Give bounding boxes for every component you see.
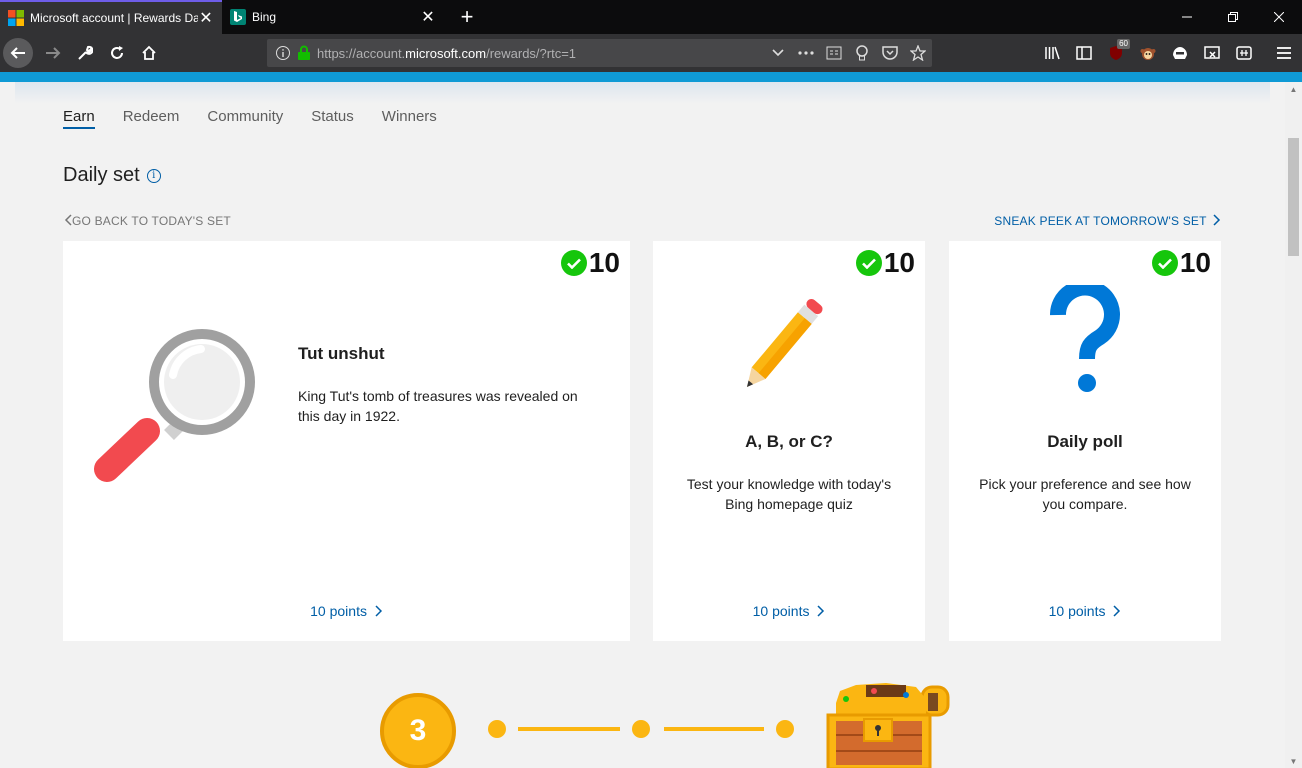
tab-title: Microsoft account | Rewards Da (30, 11, 198, 25)
close-tab-icon[interactable]: ✕ (198, 10, 214, 27)
streak-dot (632, 720, 650, 738)
rewards-page: Earn Redeem Community Status Winners Dai… (0, 82, 1285, 768)
tab-strip: Microsoft account | Rewards Da ✕ Bing ✕ … (0, 0, 1302, 34)
library-icon[interactable] (1036, 34, 1068, 72)
daily-set-card-3[interactable]: 10 Daily poll Pick your preference and s… (949, 241, 1221, 641)
checkmark-icon (1151, 250, 1178, 276)
chevron-left-icon (64, 214, 72, 226)
tab-community[interactable]: Community (207, 108, 283, 129)
back-button[interactable] (3, 38, 33, 68)
streak-bar (664, 727, 764, 731)
card-description: Pick your preference and see how you com… (979, 476, 1191, 512)
card-text: Tut unshut King Tut's tomb of treasures … (298, 344, 588, 426)
navigation-toolbar: https://account.microsoft.com/rewards/?r… (0, 34, 1302, 72)
tab-winners[interactable]: Winners (382, 108, 437, 129)
sneak-peek-link[interactable]: SNEAK PEEK AT TOMORROW'S SET (994, 214, 1221, 228)
page-header-accent-bar (0, 72, 1302, 82)
reload-button[interactable] (101, 37, 133, 69)
page-scrollbar[interactable]: ▲ ▼ (1285, 82, 1302, 768)
daily-set-title: Daily set (63, 164, 140, 186)
chevron-down-icon[interactable] (764, 39, 792, 67)
header-shadow (15, 82, 1270, 104)
page-actions-icon[interactable] (792, 39, 820, 67)
window-controls (1164, 0, 1302, 34)
magnifier-icon (94, 329, 255, 482)
checkmark-icon (855, 250, 882, 276)
checkmark-icon (560, 250, 587, 276)
card-points-link[interactable]: 10 points (653, 603, 925, 619)
ublock-origin-icon[interactable]: 60 (1100, 34, 1132, 72)
streak-count: 3 (380, 693, 456, 768)
close-tab-icon[interactable]: ✕ (420, 9, 436, 26)
points-badge: 10 (560, 247, 620, 279)
daily-set-card-2[interactable]: 10 A, B, or C? Test your knowledge with … (653, 241, 925, 641)
points-badge: 10 (1151, 247, 1211, 279)
chevron-right-icon (1113, 605, 1121, 617)
back-arrow-icon (10, 47, 25, 59)
new-tab-button[interactable]: + (450, 0, 484, 34)
info-icon[interactable]: i (146, 168, 161, 183)
bookmark-star-icon[interactable] (904, 39, 932, 67)
chevron-right-icon (1213, 214, 1221, 226)
sidebar-icon[interactable] (1068, 34, 1100, 72)
tab-earn[interactable]: Earn (63, 108, 95, 129)
lightbulb-icon[interactable] (848, 39, 876, 67)
reader-view-icon[interactable] (820, 39, 848, 67)
card-description: Test your knowledge with today's Bing ho… (686, 476, 892, 512)
lock-icon (298, 45, 310, 60)
forward-button[interactable] (37, 37, 69, 69)
url-bar[interactable]: https://account.microsoft.com/rewards/?r… (267, 39, 932, 67)
container-tabs-icon[interactable] (1228, 34, 1260, 72)
scroll-up-icon[interactable]: ▲ (1285, 82, 1302, 96)
points-badge: 10 (855, 247, 915, 279)
ublock-count-badge: 60 (1117, 39, 1130, 49)
pencil-icon (746, 298, 823, 387)
scroll-down-icon[interactable]: ▼ (1285, 754, 1302, 768)
chevron-right-icon (817, 605, 825, 617)
tab-redeem[interactable]: Redeem (123, 108, 180, 129)
minimize-icon[interactable] (1164, 0, 1210, 34)
close-window-icon[interactable] (1256, 0, 1302, 34)
card-text: A, B, or C? Test your knowledge with tod… (653, 432, 925, 514)
go-back-link[interactable]: GO BACK TO TODAY'S SET (64, 214, 231, 228)
hamburger-menu-icon[interactable] (1268, 34, 1300, 72)
card-title: Daily poll (1047, 432, 1123, 451)
streak-progress: 3 (380, 683, 960, 768)
url-text: https://account.microsoft.com/rewards/?r… (317, 45, 577, 61)
site-info-icon[interactable] (275, 45, 291, 61)
daily-set-heading: Daily set i (63, 164, 161, 187)
question-icon (1050, 285, 1120, 392)
tab-status[interactable]: Status (311, 108, 354, 129)
browser-tab-bing[interactable]: Bing ✕ (222, 0, 444, 34)
card-points-link[interactable]: 10 points (63, 603, 630, 619)
extension-ninja-icon[interactable] (1164, 34, 1196, 72)
browser-tab-rewards[interactable]: Microsoft account | Rewards Da ✕ (0, 0, 222, 34)
restore-icon[interactable] (1210, 0, 1256, 34)
tab-title: Bing (252, 10, 277, 24)
streak-bar (518, 727, 620, 731)
microsoft-logo-icon (8, 10, 24, 26)
wrench-icon (78, 45, 93, 60)
bing-logo-icon (230, 9, 246, 25)
tools-button[interactable] (69, 37, 101, 69)
card-title: A, B, or C? (745, 432, 833, 451)
card-description: King Tut's tomb of treasures was reveale… (298, 388, 578, 424)
reload-icon (111, 46, 123, 59)
card-title: Tut unshut (298, 344, 385, 363)
chevron-right-icon (375, 605, 382, 617)
card-points-link[interactable]: 10 points (949, 603, 1221, 619)
streak-dot (776, 720, 794, 738)
card-text: Daily poll Pick your preference and see … (949, 432, 1221, 514)
screenshot-icon[interactable] (1196, 34, 1228, 72)
forward-arrow-icon (46, 47, 61, 59)
home-icon (142, 45, 156, 60)
daily-set-card-1[interactable]: 10 Tut unshut King Tut's tomb of treasur… (63, 241, 630, 641)
home-button[interactable] (133, 37, 165, 69)
scroll-thumb[interactable] (1288, 138, 1299, 256)
pocket-icon[interactable] (876, 39, 904, 67)
rewards-tab-nav: Earn Redeem Community Status Winners (63, 108, 465, 129)
tampermonkey-icon[interactable] (1132, 34, 1164, 72)
streak-dot (488, 720, 506, 738)
treasure-chest-icon (826, 683, 950, 768)
